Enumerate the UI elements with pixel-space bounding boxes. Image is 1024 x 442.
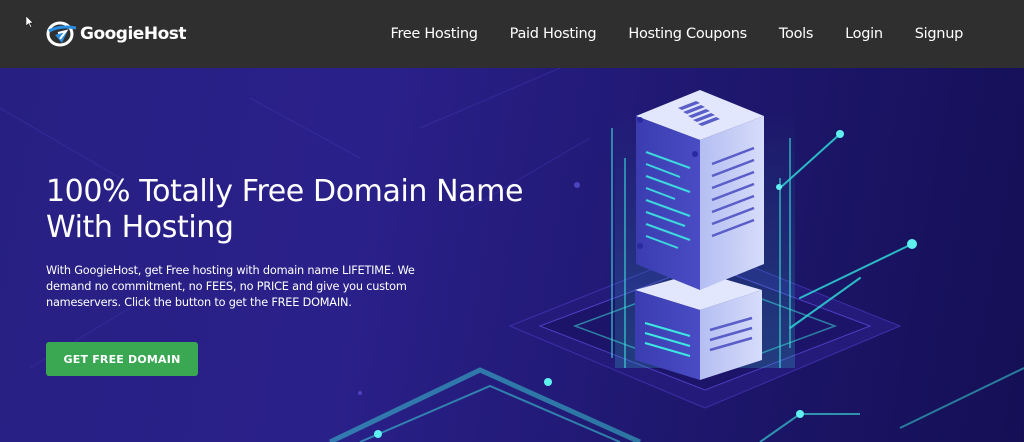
brand-logo[interactable]: GoogieHost [46,19,187,49]
get-free-domain-button[interactable]: GET FREE DOMAIN [46,342,198,376]
main-nav: Free Hosting Paid Hosting Hosting Coupon… [358,0,963,68]
brand-name: GoogieHost [80,24,187,44]
server-illustration [0,68,1024,442]
nav-hosting-coupons[interactable]: Hosting Coupons [628,26,747,42]
nav-paid-hosting[interactable]: Paid Hosting [510,26,597,42]
top-navbar: GoogieHost Free Hosting Paid Hosting Hos… [0,0,1024,68]
logo-mark-icon [46,21,77,47]
mouse-cursor-icon [26,16,34,28]
hero-title: 100% Totally Free Domain Name With Hosti… [46,174,524,245]
nav-tools[interactable]: Tools [779,26,814,42]
nav-free-hosting[interactable]: Free Hosting [390,26,478,42]
hero-description: With GoogieHost, get Free hosting with d… [46,264,415,309]
nav-login[interactable]: Login [845,26,883,42]
hero-section: 100% Totally Free Domain Name With Hosti… [0,68,1024,442]
nav-signup[interactable]: Signup [915,26,964,42]
